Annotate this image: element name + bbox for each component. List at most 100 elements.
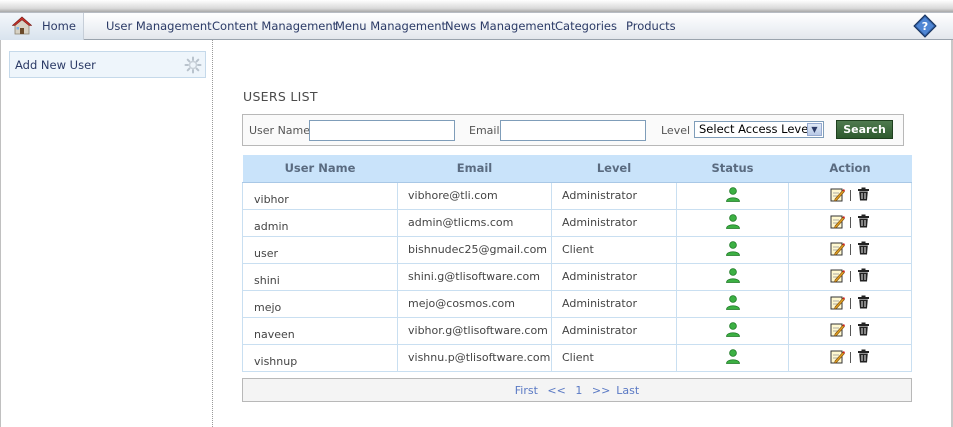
user-active-icon[interactable] — [725, 267, 741, 286]
cell-status — [676, 235, 789, 264]
cell-action — [788, 262, 912, 291]
pager-last-link[interactable]: Last — [616, 384, 639, 397]
access-level-select[interactable]: Select Access Level ▼ — [694, 121, 824, 138]
user-active-icon[interactable] — [725, 240, 741, 259]
cell-email: vibhore@tli.com — [397, 181, 552, 210]
svg-text:?: ? — [922, 20, 928, 33]
col-header-status: Status — [676, 155, 789, 183]
search-bar: User Name Email Level Select Access Leve… — [242, 114, 904, 146]
nav-item-categories[interactable]: Categories — [555, 13, 617, 40]
table-header-row: User Name Email Level Status Action — [242, 155, 912, 183]
user-active-icon[interactable] — [725, 348, 741, 367]
edit-icon[interactable] — [830, 349, 845, 367]
add-new-user-button[interactable]: Add New User — [9, 51, 206, 78]
edit-icon[interactable] — [830, 187, 845, 205]
delete-icon[interactable] — [857, 295, 870, 312]
pager-page-1-link[interactable]: 1 — [575, 384, 582, 397]
cell-status — [676, 343, 789, 372]
username-input[interactable] — [309, 120, 455, 141]
nav-item-content-management[interactable]: Content Management — [212, 13, 337, 40]
cell-username: vishnup — [242, 343, 398, 372]
cell-email: vishnu.p@tlisoftware.com — [397, 343, 552, 372]
cell-level: Administrator — [551, 316, 677, 345]
cell-username: admin — [242, 208, 398, 237]
email-label: Email — [469, 124, 500, 137]
search-button[interactable]: Search — [836, 120, 893, 139]
table-row: admin admin@tlicms.com Administrator — [242, 208, 912, 237]
nav-item-products[interactable]: Products — [626, 13, 676, 40]
sidebar: Add New User — [0, 40, 213, 427]
username-label: User Name — [249, 124, 311, 137]
nav-item-menu-management[interactable]: Menu Management — [335, 13, 446, 40]
col-header-email[interactable]: Email — [397, 155, 552, 183]
cell-action — [788, 289, 912, 318]
edit-icon[interactable] — [830, 295, 845, 313]
cell-email: vibhor.g@tlisoftware.com — [397, 316, 552, 345]
cell-level: Client — [551, 235, 677, 264]
edit-icon[interactable] — [830, 322, 845, 340]
window-top-shadow — [0, 0, 953, 12]
table-row: vishnup vishnu.p@tlisoftware.com Client — [242, 343, 912, 372]
page-title: USERS LIST — [243, 89, 318, 104]
nav-item-user-management[interactable]: User Management — [106, 13, 212, 40]
pager-next-link[interactable]: >> — [592, 384, 610, 397]
chevron-down-icon[interactable]: ▼ — [807, 123, 822, 136]
col-header-level[interactable]: Level — [551, 155, 677, 183]
table-row: naveen vibhor.g@tlisoftware.com Administra… — [242, 316, 912, 345]
cell-action — [788, 181, 912, 210]
cell-email: bishnudec25@gmail.com — [397, 235, 552, 264]
nav-home-tab[interactable]: Home — [0, 13, 84, 40]
add-new-user-label: Add New User — [15, 58, 96, 72]
cell-level: Administrator — [551, 289, 677, 318]
cell-email: shini.g@tlisoftware.com — [397, 262, 552, 291]
user-active-icon[interactable] — [725, 186, 741, 205]
cell-status — [676, 316, 789, 345]
table-row: shini shini.g@tlisoftware.com Administrato… — [242, 262, 912, 291]
cell-email: admin@tlicms.com — [397, 208, 552, 237]
email-input[interactable] — [500, 120, 646, 141]
access-level-selected: Select Access Level — [699, 122, 812, 136]
cell-level: Administrator — [551, 208, 677, 237]
delete-icon[interactable] — [857, 241, 870, 258]
cell-username: user — [242, 235, 398, 264]
top-nav: Home User Management Content Management … — [0, 12, 953, 40]
action-separator — [850, 217, 851, 228]
pager-prev-link[interactable]: << — [547, 384, 565, 397]
help-icon[interactable]: ? — [913, 14, 937, 38]
delete-icon[interactable] — [857, 349, 870, 366]
action-separator — [850, 298, 851, 309]
delete-icon[interactable] — [857, 187, 870, 204]
user-active-icon[interactable] — [725, 213, 741, 232]
action-separator — [850, 325, 851, 336]
pager-first-link[interactable]: First — [515, 384, 538, 397]
cell-level: Administrator — [551, 262, 677, 291]
delete-icon[interactable] — [857, 268, 870, 285]
user-active-icon[interactable] — [725, 294, 741, 313]
user-active-icon[interactable] — [725, 321, 741, 340]
delete-icon[interactable] — [857, 322, 870, 339]
edit-icon[interactable] — [830, 241, 845, 259]
cell-status — [676, 181, 789, 210]
edit-icon[interactable] — [830, 214, 845, 232]
cell-level: Administrator — [551, 181, 677, 210]
col-header-username[interactable]: User Name — [242, 155, 398, 183]
edit-icon[interactable] — [830, 268, 845, 286]
gear-icon — [184, 56, 202, 74]
table-row: user bishnudec25@gmail.com Client — [242, 235, 912, 264]
cell-username: naveen — [242, 316, 398, 345]
nav-item-home[interactable]: Home — [42, 13, 76, 40]
delete-icon[interactable] — [857, 214, 870, 231]
cell-email: mejo@cosmos.com — [397, 289, 552, 318]
cell-level: Client — [551, 343, 677, 372]
cell-action — [788, 208, 912, 237]
table-row: mejo mejo@cosmos.com Administrator — [242, 289, 912, 318]
table-row: vibhor vibhore@tli.com Administrator — [242, 181, 912, 210]
cell-status — [676, 208, 789, 237]
col-header-action: Action — [788, 155, 912, 183]
cell-username: mejo — [242, 289, 398, 318]
cell-action — [788, 235, 912, 264]
action-separator — [850, 352, 851, 363]
cell-status — [676, 289, 789, 318]
nav-item-news-management[interactable]: News Management — [445, 13, 556, 40]
action-separator — [850, 190, 851, 201]
